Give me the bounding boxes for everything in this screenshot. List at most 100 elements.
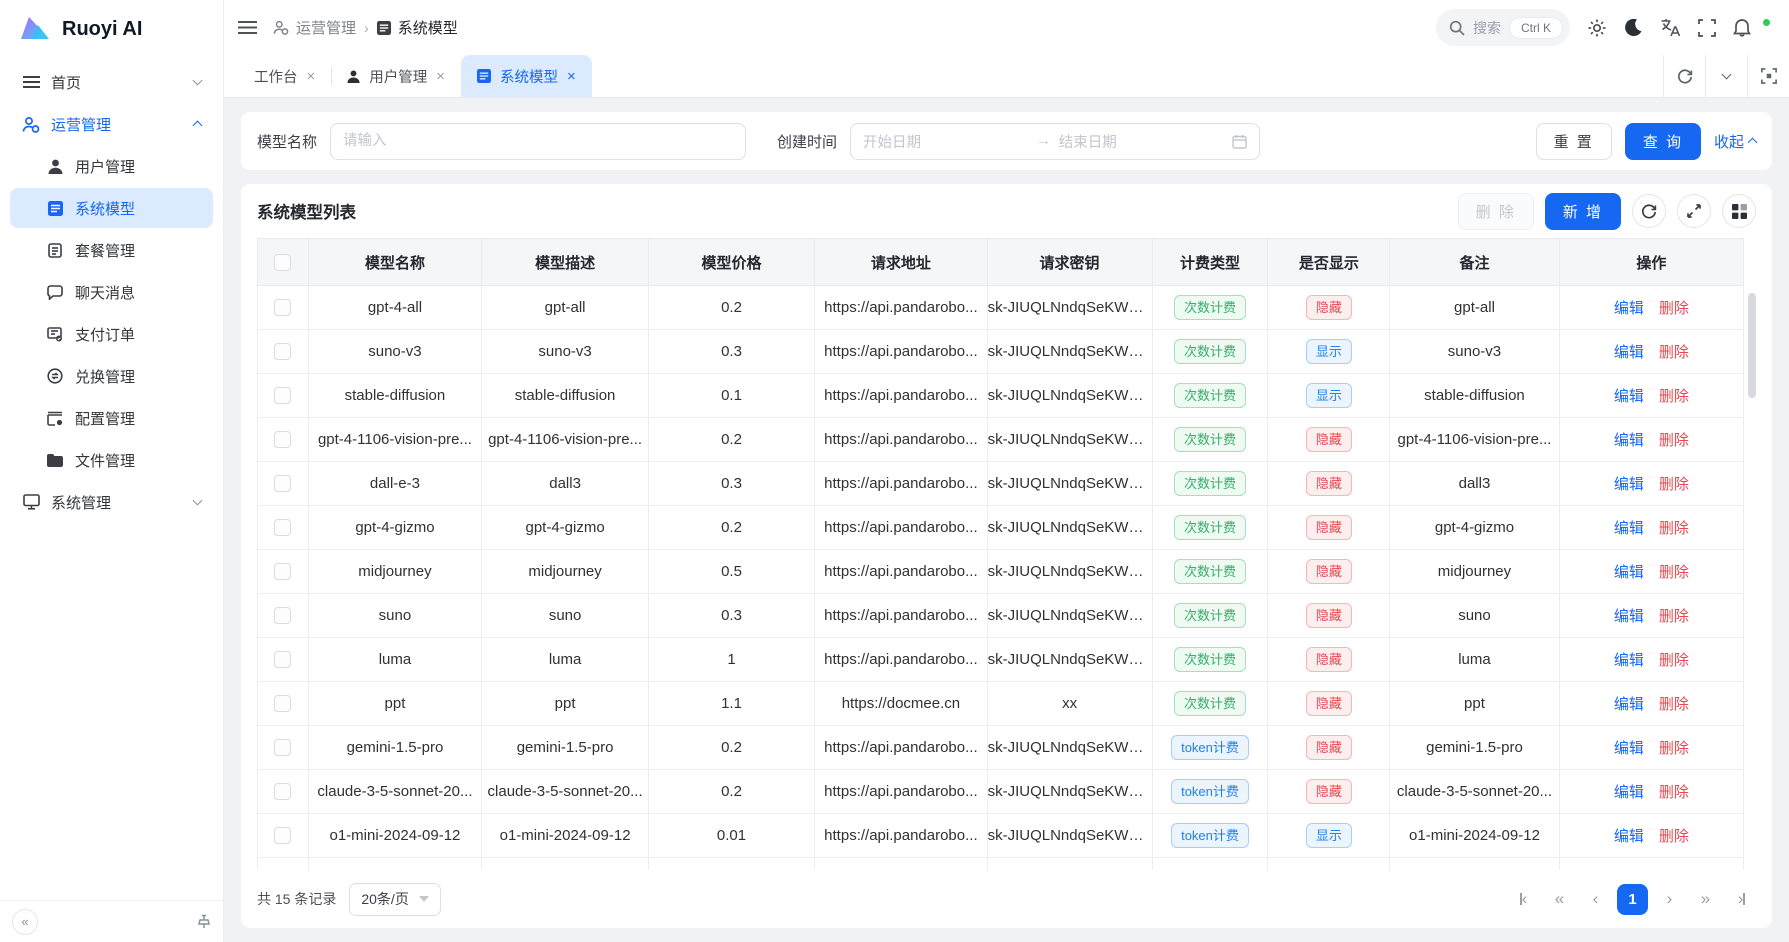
back-pages-button[interactable]: « bbox=[1545, 885, 1574, 914]
delete-link[interactable]: 删除 bbox=[1659, 828, 1689, 845]
edit-link[interactable]: 编辑 bbox=[1614, 696, 1644, 713]
forward-pages-button[interactable]: » bbox=[1691, 885, 1720, 914]
edit-link[interactable]: 编辑 bbox=[1614, 784, 1644, 801]
edit-link[interactable]: 编辑 bbox=[1614, 476, 1644, 493]
prev-page-button[interactable]: ‹ bbox=[1581, 885, 1610, 914]
add-button[interactable]: 新 增 bbox=[1545, 193, 1621, 230]
delete-link[interactable]: 删除 bbox=[1659, 300, 1689, 317]
collapse-filter-link[interactable]: 收起 bbox=[1714, 131, 1756, 152]
row-checkbox[interactable] bbox=[274, 563, 291, 580]
refresh-tab-icon[interactable] bbox=[1663, 55, 1705, 97]
edit-link[interactable]: 编辑 bbox=[1614, 388, 1644, 405]
delete-link[interactable]: 删除 bbox=[1659, 388, 1689, 405]
sidebar-item-config-mgmt[interactable]: 配置管理 bbox=[10, 398, 213, 438]
translate-icon[interactable] bbox=[1660, 18, 1681, 37]
delete-link[interactable]: 删除 bbox=[1659, 564, 1689, 581]
row-checkbox[interactable] bbox=[274, 739, 291, 756]
close-icon[interactable]: × bbox=[436, 69, 445, 84]
select-all-checkbox[interactable] bbox=[274, 254, 291, 271]
sidebar-item-package-mgmt[interactable]: 套餐管理 bbox=[10, 230, 213, 270]
edit-link[interactable]: 编辑 bbox=[1614, 432, 1644, 449]
sidebar-item-chat-messages[interactable]: 聊天消息 bbox=[10, 272, 213, 312]
content-fullscreen-icon[interactable] bbox=[1747, 55, 1789, 97]
edit-link[interactable]: 编辑 bbox=[1614, 564, 1644, 581]
row-checkbox[interactable] bbox=[274, 607, 291, 624]
row-checkbox[interactable] bbox=[274, 651, 291, 668]
pin-icon[interactable] bbox=[197, 914, 211, 929]
model-name-input[interactable] bbox=[330, 123, 746, 160]
delete-link[interactable]: 删除 bbox=[1659, 344, 1689, 361]
row-checkbox[interactable] bbox=[274, 695, 291, 712]
app-logo[interactable]: Ruoyi AI bbox=[0, 0, 223, 58]
cell-model-price: 0.2 bbox=[648, 506, 814, 550]
row-checkbox[interactable] bbox=[274, 387, 291, 404]
first-page-button[interactable]: ‹ bbox=[1509, 885, 1538, 914]
next-page-button[interactable]: › bbox=[1655, 885, 1684, 914]
table-scrollbar[interactable] bbox=[1748, 293, 1756, 398]
breadcrumb-section[interactable]: 运营管理 bbox=[273, 17, 356, 38]
billing-type-badge: 次数计费 bbox=[1174, 559, 1246, 585]
sidebar-item-exchange-mgmt[interactable]: 兑换管理 bbox=[10, 356, 213, 396]
global-search[interactable]: 搜索 Ctrl K bbox=[1436, 9, 1570, 46]
cell-request-url: https://api.pandarobo... bbox=[815, 814, 987, 858]
user-icon bbox=[46, 159, 64, 174]
sidebar-item-user-mgmt[interactable]: 用户管理 bbox=[10, 146, 213, 186]
billing-type-badge: token计费 bbox=[1171, 823, 1249, 849]
column-settings-icon[interactable] bbox=[1722, 194, 1756, 228]
delete-button[interactable]: 删 除 bbox=[1458, 193, 1534, 230]
tab-user-mgmt[interactable]: 用户管理 × bbox=[331, 55, 461, 97]
delete-link[interactable]: 删除 bbox=[1659, 520, 1689, 537]
tab-system-model[interactable]: 系统模型 × bbox=[461, 55, 592, 97]
edit-link[interactable]: 编辑 bbox=[1614, 740, 1644, 757]
row-checkbox[interactable] bbox=[274, 783, 291, 800]
reset-button[interactable]: 重 置 bbox=[1536, 123, 1612, 160]
tab-list-dropdown-icon[interactable] bbox=[1705, 55, 1747, 97]
close-icon[interactable]: × bbox=[567, 69, 576, 84]
row-checkbox[interactable] bbox=[274, 431, 291, 448]
expand-table-icon[interactable] bbox=[1677, 194, 1711, 228]
delete-link[interactable]: 删除 bbox=[1659, 740, 1689, 757]
delete-link[interactable]: 删除 bbox=[1659, 608, 1689, 625]
dark-mode-moon-icon[interactable] bbox=[1624, 18, 1643, 37]
date-range-picker[interactable]: 开始日期 → 结束日期 bbox=[850, 123, 1260, 160]
query-button[interactable]: 查 询 bbox=[1625, 123, 1701, 160]
sidebar-item-file-mgmt[interactable]: 文件管理 bbox=[10, 440, 213, 480]
cell-request-url: https://api.pandarobo... bbox=[815, 726, 987, 770]
delete-link[interactable]: 删除 bbox=[1659, 784, 1689, 801]
notification-bell-icon[interactable] bbox=[1733, 18, 1751, 37]
edit-link[interactable]: 编辑 bbox=[1614, 300, 1644, 317]
row-checkbox[interactable] bbox=[274, 827, 291, 844]
sidebar-item-payment-orders[interactable]: 支付订单 bbox=[10, 314, 213, 354]
page-size-select[interactable]: 20条/页 bbox=[349, 883, 440, 916]
sidebar-collapse-button[interactable]: « bbox=[12, 909, 38, 935]
edit-link[interactable]: 编辑 bbox=[1614, 828, 1644, 845]
edit-link[interactable]: 编辑 bbox=[1614, 652, 1644, 669]
fullscreen-icon[interactable] bbox=[1698, 19, 1716, 37]
cell-model-name: o1-mini-2024-09-12 bbox=[308, 814, 482, 858]
cell-model-name: stable-diffusion bbox=[308, 374, 482, 418]
refresh-table-icon[interactable] bbox=[1632, 194, 1666, 228]
edit-link[interactable]: 编辑 bbox=[1614, 608, 1644, 625]
tab-workbench[interactable]: 工作台 × bbox=[238, 55, 331, 97]
edit-link[interactable]: 编辑 bbox=[1614, 520, 1644, 537]
billing-type-badge: 次数计费 bbox=[1174, 295, 1246, 321]
delete-link[interactable]: 删除 bbox=[1659, 432, 1689, 449]
settings-gear-icon[interactable] bbox=[1587, 18, 1607, 38]
sidebar-item-operations[interactable]: 运营管理 bbox=[10, 104, 213, 144]
edit-link[interactable]: 编辑 bbox=[1614, 344, 1644, 361]
close-icon[interactable]: × bbox=[307, 69, 316, 84]
row-checkbox[interactable] bbox=[274, 343, 291, 360]
sidebar-item-system-model[interactable]: 系统模型 bbox=[10, 188, 213, 228]
table-body: gpt-4-allgpt-all0.2https://api.pandarobo… bbox=[258, 286, 1744, 871]
hamburger-menu-icon[interactable] bbox=[238, 20, 257, 35]
delete-link[interactable]: 删除 bbox=[1659, 476, 1689, 493]
row-checkbox[interactable] bbox=[274, 475, 291, 492]
last-page-button[interactable]: › bbox=[1727, 885, 1756, 914]
current-page-button[interactable]: 1 bbox=[1617, 884, 1648, 915]
delete-link[interactable]: 删除 bbox=[1659, 652, 1689, 669]
row-checkbox[interactable] bbox=[274, 299, 291, 316]
sidebar-item-system-mgmt[interactable]: 系统管理 bbox=[10, 482, 213, 522]
delete-link[interactable]: 删除 bbox=[1659, 696, 1689, 713]
row-checkbox[interactable] bbox=[274, 519, 291, 536]
sidebar-item-home[interactable]: 首页 bbox=[10, 62, 213, 102]
